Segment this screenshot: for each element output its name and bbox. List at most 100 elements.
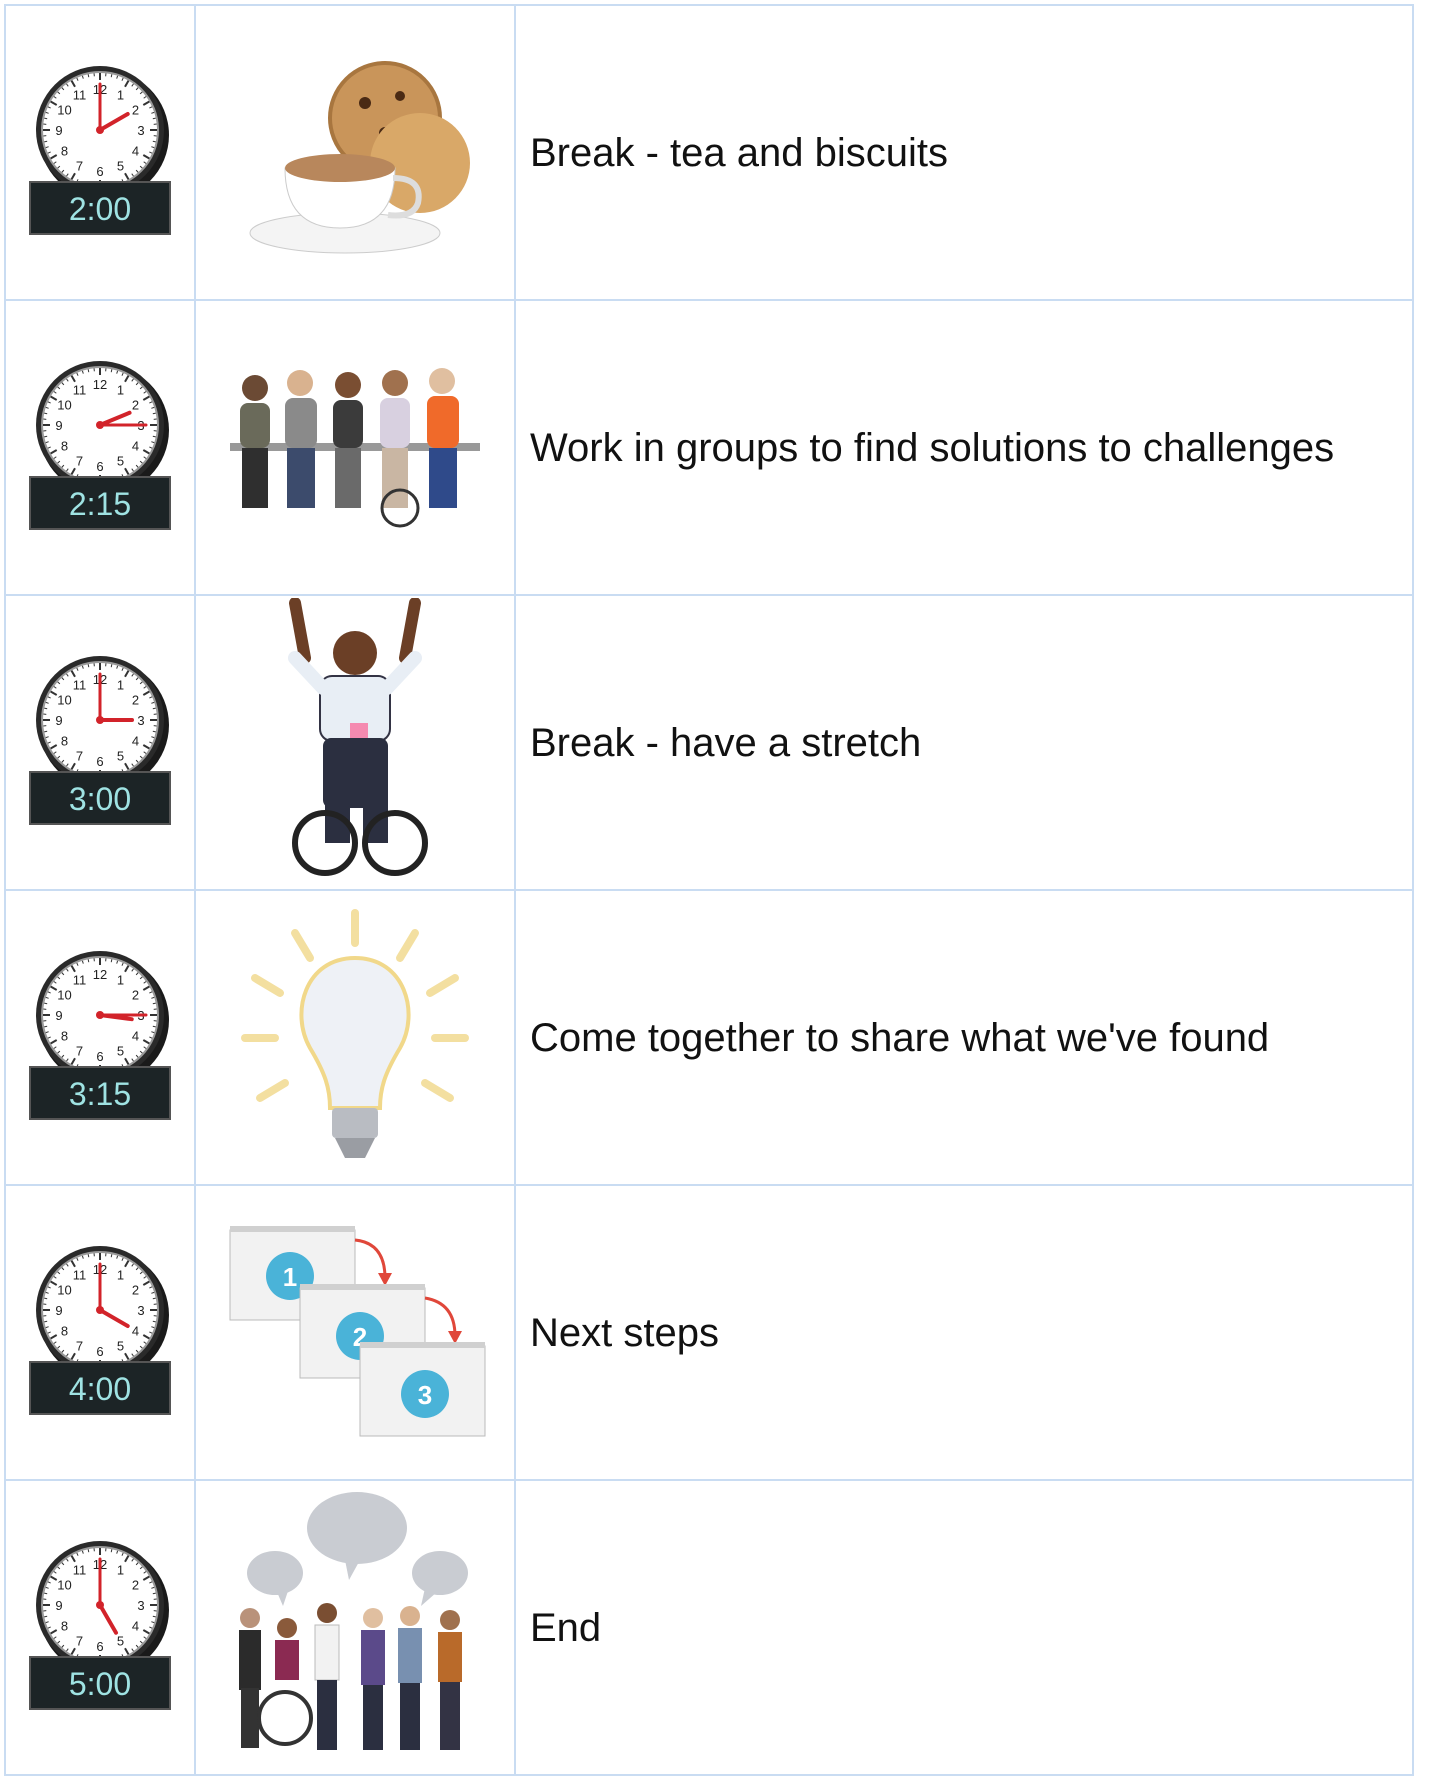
- clock-icon: 121234567891011 4:00: [25, 1238, 175, 1428]
- person-in-wheelchair-stretching-icon: [255, 598, 455, 888]
- tea-and-biscuits-icon: [235, 48, 475, 258]
- clock-number: 2: [132, 692, 139, 707]
- clock-number: 2: [132, 1282, 139, 1297]
- clock-number: 5: [117, 748, 124, 763]
- step-number: 3: [418, 1380, 432, 1410]
- clock-number: 6: [96, 754, 103, 769]
- digital-time: 3:00: [69, 781, 131, 817]
- clock-number: 10: [57, 397, 71, 412]
- clock-number: 2: [132, 1577, 139, 1592]
- clock-icon: 121234567891011 2:15: [25, 353, 175, 543]
- picture-cell: [195, 300, 515, 595]
- clock-number: 8: [61, 438, 68, 453]
- schedule-table: 121234567891011 2:00 Break - tea and bis…: [4, 4, 1414, 1776]
- picture-cell: [195, 1480, 515, 1775]
- activity-cell: End: [515, 1480, 1413, 1775]
- activity-label: Break - tea and biscuits: [530, 131, 948, 175]
- clock-number: 9: [55, 123, 62, 138]
- clock-number: 11: [73, 1562, 87, 1577]
- clock-number: 5: [117, 1633, 124, 1648]
- clock-number: 4: [132, 1323, 139, 1338]
- activity-label: Come together to share what we've found: [530, 1016, 1269, 1060]
- picture-cell: [195, 5, 515, 300]
- clock-number: 3: [137, 713, 144, 728]
- activity-cell: Break - have a stretch: [515, 595, 1413, 890]
- activity-label: Next steps: [530, 1311, 719, 1355]
- digital-time: 5:00: [69, 1666, 131, 1702]
- people-talking-speech-bubbles-icon: [225, 1488, 485, 1768]
- clock-number: 9: [55, 1598, 62, 1613]
- picture-cell: [195, 890, 515, 1185]
- clock-number: 9: [55, 418, 62, 433]
- clock-number: 10: [57, 1577, 71, 1592]
- clock-number: 6: [96, 1344, 103, 1359]
- schedule-row: 121234567891011 3:00 Break - have a stre…: [5, 595, 1413, 890]
- schedule-body: 121234567891011 2:00 Break - tea and bis…: [5, 5, 1413, 1775]
- clock-icon: 121234567891011 3:00: [25, 648, 175, 838]
- clock-number: 5: [117, 1043, 124, 1058]
- clock-number: 4: [132, 1028, 139, 1043]
- clock-number: 1: [117, 1562, 124, 1577]
- clock-number: 1: [117, 972, 124, 987]
- clock-icon: 121234567891011 2:00: [25, 58, 175, 248]
- clock-cell: 121234567891011 3:15: [5, 890, 195, 1185]
- clock-number: 5: [117, 453, 124, 468]
- clock-icon: 121234567891011 5:00: [25, 1533, 175, 1723]
- clock-number: 5: [117, 1338, 124, 1353]
- clock-number: 3: [137, 1303, 144, 1318]
- clock-number: 10: [57, 987, 71, 1002]
- clock-number: 6: [96, 1639, 103, 1654]
- schedule-row: 121234567891011 5:00: [5, 1480, 1413, 1775]
- clock-number: 7: [76, 748, 83, 763]
- activity-label: Break - have a stretch: [530, 721, 921, 765]
- step-number: 1: [283, 1262, 297, 1292]
- clock-number: 9: [55, 1303, 62, 1318]
- clock-cell: 121234567891011 5:00: [5, 1480, 195, 1775]
- clock-number: 7: [76, 1338, 83, 1353]
- clock-number: 4: [132, 143, 139, 158]
- clock-number: 8: [61, 1618, 68, 1633]
- schedule-row: 121234567891011 2:15 Work in groups to f…: [5, 300, 1413, 595]
- clock-number: 2: [132, 397, 139, 412]
- clock-number: 11: [73, 677, 87, 692]
- picture-cell: 1 2 3: [195, 1185, 515, 1480]
- clock-number: 6: [96, 164, 103, 179]
- clock-icon: 121234567891011 3:15: [25, 943, 175, 1133]
- digital-time: 3:15: [69, 1076, 131, 1112]
- clock-cell: 121234567891011 2:15: [5, 300, 195, 595]
- lightbulb-icon: [235, 903, 475, 1173]
- clock-number: 3: [137, 123, 144, 138]
- clock-number: 2: [132, 102, 139, 117]
- clock-number: 4: [132, 733, 139, 748]
- clock-number: 6: [96, 1049, 103, 1064]
- schedule-row: 121234567891011 2:00 Break - tea and bis…: [5, 5, 1413, 300]
- activity-cell: Break - tea and biscuits: [515, 5, 1413, 300]
- clock-number: 10: [57, 102, 71, 117]
- clock-cell: 121234567891011 4:00: [5, 1185, 195, 1480]
- clock-number: 8: [61, 1323, 68, 1338]
- digital-time: 4:00: [69, 1371, 131, 1407]
- clock-number: 8: [61, 1028, 68, 1043]
- schedule-row: 121234567891011 3:15 Come together to sh…: [5, 890, 1413, 1185]
- clock-number: 1: [117, 87, 124, 102]
- digital-time: 2:00: [69, 191, 131, 227]
- numbered-steps-icon: 1 2 3: [220, 1218, 490, 1448]
- clock-number: 7: [76, 158, 83, 173]
- schedule-row: 121234567891011 4:00 1 2: [5, 1185, 1413, 1480]
- clock-number: 7: [76, 1633, 83, 1648]
- clock-number: 9: [55, 713, 62, 728]
- clock-number: 9: [55, 1008, 62, 1023]
- clock-number: 7: [76, 453, 83, 468]
- clock-number: 11: [73, 1267, 87, 1282]
- clock-number: 11: [73, 382, 87, 397]
- clock-number: 12: [93, 967, 107, 982]
- clock-number: 3: [137, 1598, 144, 1613]
- clock-number: 4: [132, 438, 139, 453]
- clock-number: 4: [132, 1618, 139, 1633]
- clock-number: 8: [61, 143, 68, 158]
- activity-cell: Work in groups to find solutions to chal…: [515, 300, 1413, 595]
- clock-number: 11: [73, 87, 87, 102]
- activity-label: Work in groups to find solutions to chal…: [530, 426, 1334, 470]
- clock-number: 8: [61, 733, 68, 748]
- picture-cell: [195, 595, 515, 890]
